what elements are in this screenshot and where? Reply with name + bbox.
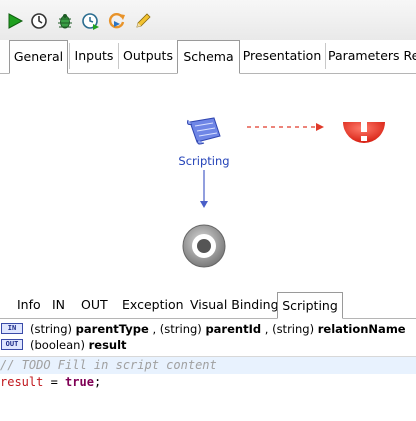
tab-visual-binding[interactable]: Visual Binding [190, 292, 279, 317]
schema-canvas: Scripting [0, 74, 416, 288]
output-params-row: OUT (boolean) result [0, 337, 416, 353]
param-name: parentId [205, 322, 262, 336]
bottom-tab-bar: Info IN OUT Exception Visual Binding Scr… [0, 292, 416, 319]
schema-diagram [182, 117, 385, 268]
param-type: (string) [272, 322, 315, 336]
schedule-icon[interactable] [82, 12, 100, 30]
editor-line-1[interactable]: // TODO Fill in script content [0, 357, 416, 374]
code-operator: = [43, 375, 66, 389]
tab-general[interactable]: General [9, 40, 68, 74]
scripting-node-icon[interactable] [187, 117, 221, 145]
in-params-icon: IN [1, 323, 23, 334]
tab-info[interactable]: Info [17, 292, 41, 317]
edit-icon[interactable] [134, 12, 152, 30]
code-comment: // TODO Fill in script content [0, 358, 217, 372]
tab-separator [118, 43, 119, 69]
tab-exception[interactable]: Exception [122, 292, 184, 317]
error-connector-arrowhead [316, 123, 324, 131]
flow-connector-arrowhead [200, 201, 208, 208]
param-separator: , [152, 322, 157, 336]
editor-line-2[interactable]: result = true; [0, 374, 416, 391]
script-editor[interactable]: // TODO Fill in script content result = … [0, 356, 416, 421]
tab-schema[interactable]: Schema [177, 40, 240, 74]
refresh-icon[interactable] [108, 12, 126, 30]
tab-out[interactable]: OUT [81, 292, 108, 317]
history-icon[interactable] [30, 12, 48, 30]
end-node-icon[interactable] [182, 224, 226, 268]
param-name: relationName [317, 322, 406, 336]
tab-presentation[interactable]: Presentation [240, 40, 324, 72]
error-node-icon[interactable] [343, 122, 385, 143]
tab-parameters-reference[interactable]: Parameters Re [328, 40, 416, 72]
param-name: result [88, 338, 127, 352]
param-name: parentType [75, 322, 149, 336]
out-params-icon: OUT [1, 339, 23, 350]
tab-scripting[interactable]: Scripting [277, 292, 343, 319]
code-terminator: ; [93, 375, 102, 389]
scripting-node-label[interactable]: Scripting [174, 154, 234, 168]
tab-in[interactable]: IN [52, 292, 65, 317]
param-separator: , [264, 322, 269, 336]
code-variable: result [0, 375, 44, 389]
tab-inputs[interactable]: Inputs [70, 40, 118, 72]
input-params-row: IN (string) parentType , (string) parent… [0, 321, 416, 337]
param-type: (string) [30, 322, 72, 336]
debug-icon[interactable] [56, 12, 74, 30]
top-tab-bar: General Inputs Outputs Schema Presentati… [0, 40, 416, 74]
run-icon[interactable] [6, 12, 24, 30]
param-type: (string) [159, 322, 202, 336]
param-type: (boolean) [30, 338, 85, 352]
tab-outputs[interactable]: Outputs [120, 40, 176, 72]
code-keyword: true [65, 375, 94, 389]
toolbar [0, 0, 416, 40]
tab-separator [325, 43, 326, 69]
